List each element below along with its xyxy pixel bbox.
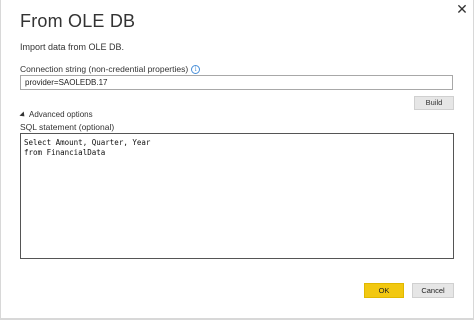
build-button[interactable]: Build: [414, 96, 454, 110]
connection-string-input[interactable]: provider=SAOLEDB.17: [20, 75, 453, 90]
dialog-title: From OLE DB: [20, 11, 136, 31]
advanced-options-toggle[interactable]: Advanced options: [19, 110, 93, 119]
connection-string-label-text: Connection string (non-credential proper…: [20, 64, 189, 74]
close-button[interactable]: ✕: [451, 0, 473, 20]
dialog-subtitle: Import data from OLE DB.: [20, 42, 125, 52]
sql-statement-textarea[interactable]: Select Amount, Quarter, Year from Financ…: [20, 133, 454, 259]
close-icon: ✕: [456, 1, 468, 17]
caret-expanded-icon: [19, 110, 27, 119]
ok-button[interactable]: OK: [364, 283, 404, 298]
advanced-options-label: Advanced options: [29, 110, 93, 119]
cancel-button[interactable]: Cancel: [412, 283, 454, 298]
connection-string-label: Connection string (non-credential proper…: [20, 64, 201, 74]
info-icon[interactable]: i: [191, 64, 201, 74]
sql-statement-label: SQL statement (optional): [20, 122, 115, 132]
ole-db-dialog: ✕ From OLE DB Import data from OLE DB. C…: [0, 0, 474, 320]
